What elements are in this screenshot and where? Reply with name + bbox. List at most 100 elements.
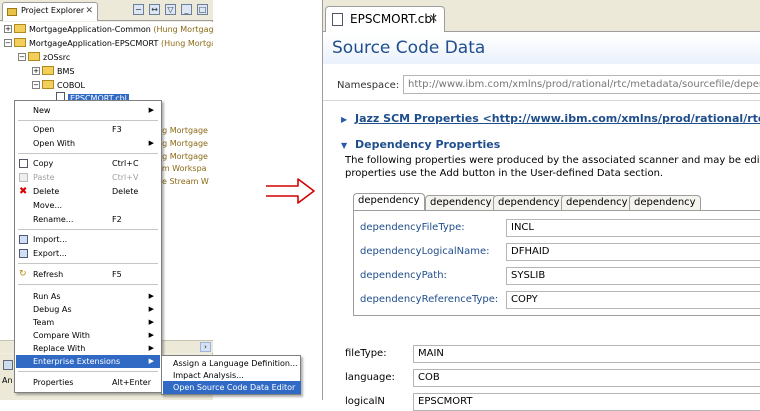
submenu-arrow-icon: ▶ — [148, 106, 154, 114]
menu-item-label: Compare With — [33, 331, 90, 340]
close-icon[interactable]: ✕ — [429, 7, 438, 31]
menu-item-label: Move... — [33, 201, 63, 210]
maximize-icon[interactable]: □ — [197, 4, 208, 15]
folder-icon — [28, 52, 40, 61]
tree-item-zossrc[interactable]: − zOSsrc — [18, 52, 70, 64]
menu-item-export[interactable]: Export... — [16, 247, 160, 260]
paste-icon — [19, 173, 28, 182]
menu-item-delete[interactable]: ✖ Delete Delete — [16, 185, 160, 198]
menu-separator — [18, 284, 158, 285]
dependency-path-field[interactable]: SYSLIB — [506, 267, 760, 285]
menu-item-label: Debug As — [33, 305, 72, 314]
editor-tab-epscmort[interactable]: EPSCMORT.cbl ✕ — [325, 6, 445, 32]
tree-item-project-epscmort[interactable]: − MortgageApplication-EPSCMORT (Hung Mort… — [4, 38, 213, 50]
section-jazz-scm-properties[interactable]: ▶ Jazz SCM Properties <http://www.ibm.com… — [341, 112, 760, 125]
submenu-arrow-icon: ▶ — [148, 318, 154, 326]
menu-separator — [18, 371, 158, 372]
menu-separator — [18, 263, 158, 264]
menu-item-label: Open With — [33, 139, 76, 148]
editor-tabbar: EPSCMORT.cbl ✕ — [323, 0, 760, 32]
close-icon[interactable]: ✕ — [85, 6, 93, 16]
export-icon — [19, 249, 28, 258]
logical-name-field[interactable]: EPSCMORT — [413, 393, 760, 411]
menu-item-shortcut: Ctrl+C — [112, 159, 139, 168]
view-menu-icon[interactable]: ▽ — [165, 4, 176, 15]
menu-item-paste[interactable]: Paste Ctrl+V — [16, 171, 160, 184]
collapse-icon[interactable]: − — [4, 39, 12, 47]
menu-item-copy[interactable]: Copy Ctrl+C — [16, 157, 160, 170]
menu-item-label: Refresh — [33, 270, 64, 279]
minimize-icon[interactable]: _ — [181, 4, 192, 15]
menu-item-open-with[interactable]: Open With ▶ — [16, 137, 160, 150]
expand-icon[interactable]: + — [4, 25, 12, 33]
dependency-reference-type-field[interactable]: COPY — [506, 291, 760, 309]
panel-icon — [3, 360, 13, 370]
tab-dependency-4[interactable]: dependency — [561, 195, 633, 211]
menu-item-rename[interactable]: Rename... F2 — [16, 213, 160, 226]
menu-item-label: Replace With — [33, 344, 86, 353]
tab-dependency-3[interactable]: dependency — [493, 195, 565, 211]
tree-item-project-common[interactable]: + MortgageApplication-Common (Hung Mortga… — [4, 24, 213, 36]
folder-icon — [42, 66, 54, 75]
collapse-all-icon[interactable]: − — [133, 4, 144, 15]
menu-item-import[interactable]: Import... — [16, 233, 160, 246]
project-folder-icon — [14, 24, 26, 33]
menu-item-team[interactable]: Team ▶ — [16, 316, 160, 329]
menu-item-label: Enterprise Extensions — [33, 357, 121, 366]
menu-item-shortcut: Ctrl+V — [112, 173, 139, 182]
menu-item-refresh[interactable]: ↻ Refresh F5 — [16, 268, 160, 281]
namespace-field[interactable]: http://www.ibm.com/xmlns/prod/rational/r… — [403, 75, 760, 94]
menu-item-open-source-code-data-editor[interactable]: Open Source Code Data Editor — [163, 381, 301, 394]
section-dependency-properties[interactable]: ▼ Dependency Properties — [341, 138, 500, 151]
project-explorer-tab[interactable]: Project Explorer ✕ — [2, 2, 98, 21]
menu-item-label: Open — [33, 125, 55, 134]
tab-dependency-5[interactable]: dependency — [629, 195, 701, 211]
folder-icon — [7, 8, 17, 16]
expand-triangle-icon[interactable]: ▶ — [341, 115, 349, 124]
language-row: language: COB — [345, 369, 760, 387]
menu-item-properties[interactable]: Properties Alt+Enter — [16, 376, 160, 389]
menu-item-new[interactable]: New ▶ — [16, 104, 160, 117]
dependency-file-type-field[interactable]: INCL — [506, 219, 760, 237]
collapse-triangle-icon[interactable]: ▼ — [341, 141, 349, 150]
dependency-path-label: dependencyPath: — [360, 270, 447, 281]
source-code-data-editor: EPSCMORT.cbl ✕ Source Code Data Namespac… — [322, 0, 760, 411]
dependency-tabs: dependency dependency dependency depende… — [353, 193, 760, 211]
delete-icon: ✖ — [19, 186, 28, 197]
dependency-logical-name-field[interactable]: DFHAID — [506, 243, 760, 261]
menu-item-label: Run As — [33, 292, 61, 301]
menu-item-replace-with[interactable]: Replace With ▶ — [16, 342, 160, 355]
menu-item-debug-as[interactable]: Debug As ▶ — [16, 303, 160, 316]
submenu-arrow-icon: ▶ — [148, 305, 154, 313]
refresh-icon: ↻ — [19, 269, 27, 279]
menu-item-shortcut: F5 — [112, 270, 122, 279]
file-type-label: fileType: — [345, 348, 387, 359]
link-editor-icon[interactable]: ↔ — [149, 4, 160, 15]
tab-dependency-1[interactable]: dependency — [353, 193, 425, 211]
scroll-right-icon[interactable]: › — [200, 342, 211, 352]
menu-item-label: Properties — [33, 378, 74, 387]
namespace-label: Namespace: — [337, 80, 400, 91]
tree-item-bms[interactable]: + BMS — [32, 66, 74, 78]
menu-item-shortcut: F2 — [112, 215, 122, 224]
dependency-logical-name-label: dependencyLogicalName: — [360, 246, 490, 257]
menu-item-compare-with[interactable]: Compare With ▶ — [16, 329, 160, 342]
view-toolbar: − ↔ ▽ _ □ — [133, 4, 208, 15]
submenu-arrow-icon: ▶ — [148, 292, 154, 300]
expand-icon[interactable]: + — [32, 67, 40, 75]
tree-item-cobol[interactable]: − COBOL — [32, 80, 85, 92]
divider — [323, 100, 760, 101]
tab-dependency-2[interactable]: dependency — [425, 195, 497, 211]
menu-separator — [18, 120, 158, 121]
file-type-field[interactable]: MAIN — [413, 345, 760, 363]
menu-item-move[interactable]: Move... — [16, 199, 160, 212]
submenu-arrow-icon: ▶ — [148, 331, 154, 339]
dependency-panel: dependencyFileType: INCL dependencyLogic… — [353, 210, 760, 316]
menu-item-enterprise-extensions[interactable]: Enterprise Extensions ▶ — [16, 355, 160, 368]
collapse-icon[interactable]: − — [18, 53, 26, 61]
menu-item-run-as[interactable]: Run As ▶ — [16, 290, 160, 303]
submenu-arrow-icon: ▶ — [148, 344, 154, 352]
menu-item-open[interactable]: Open F3 — [16, 123, 160, 136]
language-field[interactable]: COB — [413, 369, 760, 387]
collapse-icon[interactable]: − — [32, 81, 40, 89]
